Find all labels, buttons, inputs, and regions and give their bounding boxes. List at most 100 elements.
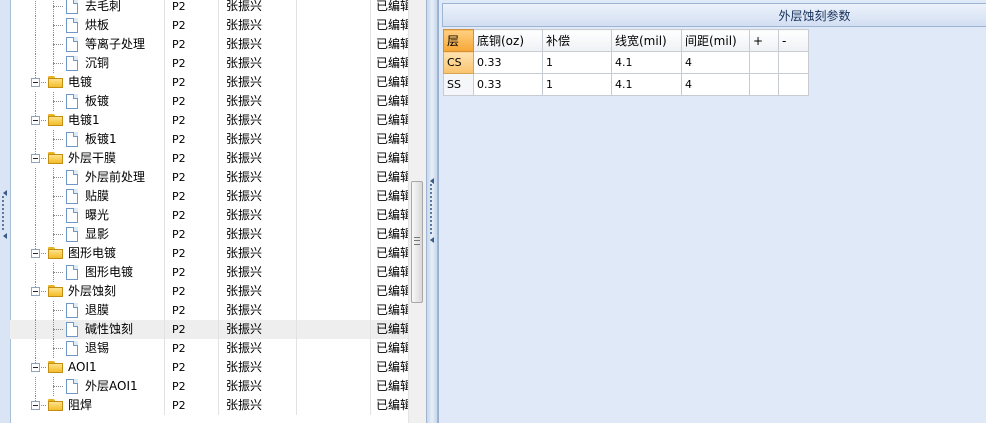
- tree-item-row[interactable]: 外层前处理 P2 张振兴 已编辑: [10, 168, 408, 187]
- tree-person-cell[interactable]: 张振兴: [226, 111, 296, 130]
- cell-minus[interactable]: [778, 51, 809, 74]
- column-header-line-width[interactable]: 线宽(mil): [611, 29, 682, 52]
- tree-code-cell[interactable]: P2: [172, 92, 222, 111]
- tree-item-row[interactable]: 沉铜 P2 张振兴 已编辑: [10, 54, 408, 73]
- tree-name-cell[interactable]: 图形电镀: [10, 244, 164, 263]
- tree-code-cell[interactable]: P2: [172, 0, 222, 16]
- tree-status-cell[interactable]: 已编辑: [376, 0, 408, 16]
- tree-name-cell[interactable]: 贴膜: [10, 187, 164, 206]
- collapse-toggle-icon[interactable]: [31, 287, 40, 296]
- tree-code-cell[interactable]: P2: [172, 111, 222, 130]
- tree-person-cell[interactable]: 张振兴: [226, 168, 296, 187]
- tree-status-cell[interactable]: 已编辑: [376, 263, 408, 282]
- cell-spacing[interactable]: 4: [681, 51, 750, 74]
- cell-line-width[interactable]: 4.1: [611, 73, 682, 96]
- tree-name-cell[interactable]: 外层蚀刻: [10, 282, 164, 301]
- tree-code-cell[interactable]: P2: [172, 168, 222, 187]
- row-header-layer[interactable]: CS: [443, 51, 474, 74]
- tree-name-cell[interactable]: 阻焊: [10, 396, 164, 415]
- tree-status-cell[interactable]: 已编辑: [376, 130, 408, 149]
- cell-compensation[interactable]: 1: [542, 51, 612, 74]
- tree-name-cell[interactable]: 板镀: [10, 92, 164, 111]
- tree-item-row[interactable]: 贴膜 P2 张振兴 已编辑: [10, 187, 408, 206]
- tree-status-cell[interactable]: 已编辑: [376, 225, 408, 244]
- tree-status-cell[interactable]: 已编辑: [376, 54, 408, 73]
- tree-status-cell[interactable]: 已编辑: [376, 244, 408, 263]
- panel-splitter[interactable]: [426, 0, 438, 423]
- tree-folder-row[interactable]: 外层蚀刻 P2 张振兴 已编辑: [10, 282, 408, 301]
- column-header-layer[interactable]: 层: [443, 29, 474, 52]
- tree-status-cell[interactable]: 已编辑: [376, 320, 408, 339]
- tree-status-cell[interactable]: 已编辑: [376, 187, 408, 206]
- tree-name-cell[interactable]: 外层前处理: [10, 168, 164, 187]
- cell-minus[interactable]: [778, 73, 809, 96]
- tree-person-cell[interactable]: 张振兴: [226, 244, 296, 263]
- tree-person-cell[interactable]: 张振兴: [226, 54, 296, 73]
- tree-code-cell[interactable]: P2: [172, 130, 222, 149]
- tree-name-cell[interactable]: 退膜: [10, 301, 164, 320]
- tree-status-cell[interactable]: 已编辑: [376, 396, 408, 415]
- tree-item-row[interactable]: 板镀 P2 张振兴 已编辑: [10, 92, 408, 111]
- tree-status-cell[interactable]: 已编辑: [376, 149, 408, 168]
- tree-person-cell[interactable]: 张振兴: [226, 206, 296, 225]
- tree-code-cell[interactable]: P2: [172, 16, 222, 35]
- column-header-spacing[interactable]: 间距(mil): [681, 29, 750, 52]
- tree-item-row[interactable]: 去毛刺 P2 张振兴 已编辑: [10, 0, 408, 16]
- tree-person-cell[interactable]: 张振兴: [226, 339, 296, 358]
- tree-person-cell[interactable]: 张振兴: [226, 377, 296, 396]
- tree-name-cell[interactable]: 沉铜: [10, 54, 164, 73]
- tree-code-cell[interactable]: P2: [172, 206, 222, 225]
- tree-code-cell[interactable]: P2: [172, 320, 222, 339]
- tree-item-row[interactable]: 退膜 P2 张振兴 已编辑: [10, 301, 408, 320]
- tree-item-row[interactable]: 显影 P2 张振兴 已编辑: [10, 225, 408, 244]
- tree-code-cell[interactable]: P2: [172, 339, 222, 358]
- tree-status-cell[interactable]: 已编辑: [376, 206, 408, 225]
- tree-status-cell[interactable]: 已编辑: [376, 111, 408, 130]
- tree-name-cell[interactable]: 外层干膜: [10, 149, 164, 168]
- tree-item-row[interactable]: 图形电镀 P2 张振兴 已编辑: [10, 263, 408, 282]
- tree-person-cell[interactable]: 张振兴: [226, 187, 296, 206]
- tree-folder-row[interactable]: 阻焊 P2 张振兴 已编辑: [10, 396, 408, 415]
- tree-item-row[interactable]: 外层AOI1 P2 张振兴 已编辑: [10, 377, 408, 396]
- cell-base-copper[interactable]: 0.33: [473, 73, 543, 96]
- cell-spacing[interactable]: 4: [681, 73, 750, 96]
- tree-item-row[interactable]: 等离子处理 P2 张振兴 已编辑: [10, 35, 408, 54]
- tree-status-cell[interactable]: 已编辑: [376, 73, 408, 92]
- tree-name-cell[interactable]: 烘板: [10, 16, 164, 35]
- tree-item-row[interactable]: 烘板 P2 张振兴 已编辑: [10, 16, 408, 35]
- tree-person-cell[interactable]: 张振兴: [226, 320, 296, 339]
- tree-name-cell[interactable]: 退锡: [10, 339, 164, 358]
- tree-name-cell[interactable]: 电镀: [10, 73, 164, 92]
- tree-person-cell[interactable]: 张振兴: [226, 396, 296, 415]
- tree-person-cell[interactable]: 张振兴: [226, 92, 296, 111]
- tree-code-cell[interactable]: P2: [172, 35, 222, 54]
- tree-code-cell[interactable]: P2: [172, 244, 222, 263]
- collapse-toggle-icon[interactable]: [31, 249, 40, 258]
- tree-person-cell[interactable]: 张振兴: [226, 35, 296, 54]
- tree-name-cell[interactable]: 等离子处理: [10, 35, 164, 54]
- tree-name-cell[interactable]: AOI1: [10, 358, 164, 377]
- tree-code-cell[interactable]: P2: [172, 358, 222, 377]
- tree-status-cell[interactable]: 已编辑: [376, 358, 408, 377]
- process-tree-grid[interactable]: 去毛刺 P2 张振兴 已编辑 烘板 P2 张振兴 已编辑 等离子处理 P2 张振兴 已编辑 沉铜 P2 张振…: [0, 0, 426, 423]
- tree-name-cell[interactable]: 图形电镀: [10, 263, 164, 282]
- tree-name-cell[interactable]: 曝光: [10, 206, 164, 225]
- collapse-toggle-icon[interactable]: [31, 116, 40, 125]
- tree-person-cell[interactable]: 张振兴: [226, 130, 296, 149]
- cell-line-width[interactable]: 4.1: [611, 51, 682, 74]
- tree-code-cell[interactable]: P2: [172, 54, 222, 73]
- tree-code-cell[interactable]: P2: [172, 187, 222, 206]
- tree-vertical-scrollbar[interactable]: [408, 0, 426, 423]
- tree-status-cell[interactable]: 已编辑: [376, 301, 408, 320]
- tree-code-cell[interactable]: P2: [172, 301, 222, 320]
- tree-person-cell[interactable]: 张振兴: [226, 0, 296, 16]
- tree-code-cell[interactable]: P2: [172, 225, 222, 244]
- tree-folder-row[interactable]: 图形电镀 P2 张振兴 已编辑: [10, 244, 408, 263]
- grid-row-cs[interactable]: CS 0.33 1 4.1 4: [443, 51, 809, 74]
- column-header-compensation[interactable]: 补偿: [542, 29, 612, 52]
- tree-folder-row[interactable]: 电镀1 P2 张振兴 已编辑: [10, 111, 408, 130]
- tree-person-cell[interactable]: 张振兴: [226, 16, 296, 35]
- tree-name-cell[interactable]: 板镀1: [10, 130, 164, 149]
- tree-person-cell[interactable]: 张振兴: [226, 358, 296, 377]
- collapse-toggle-icon[interactable]: [31, 363, 40, 372]
